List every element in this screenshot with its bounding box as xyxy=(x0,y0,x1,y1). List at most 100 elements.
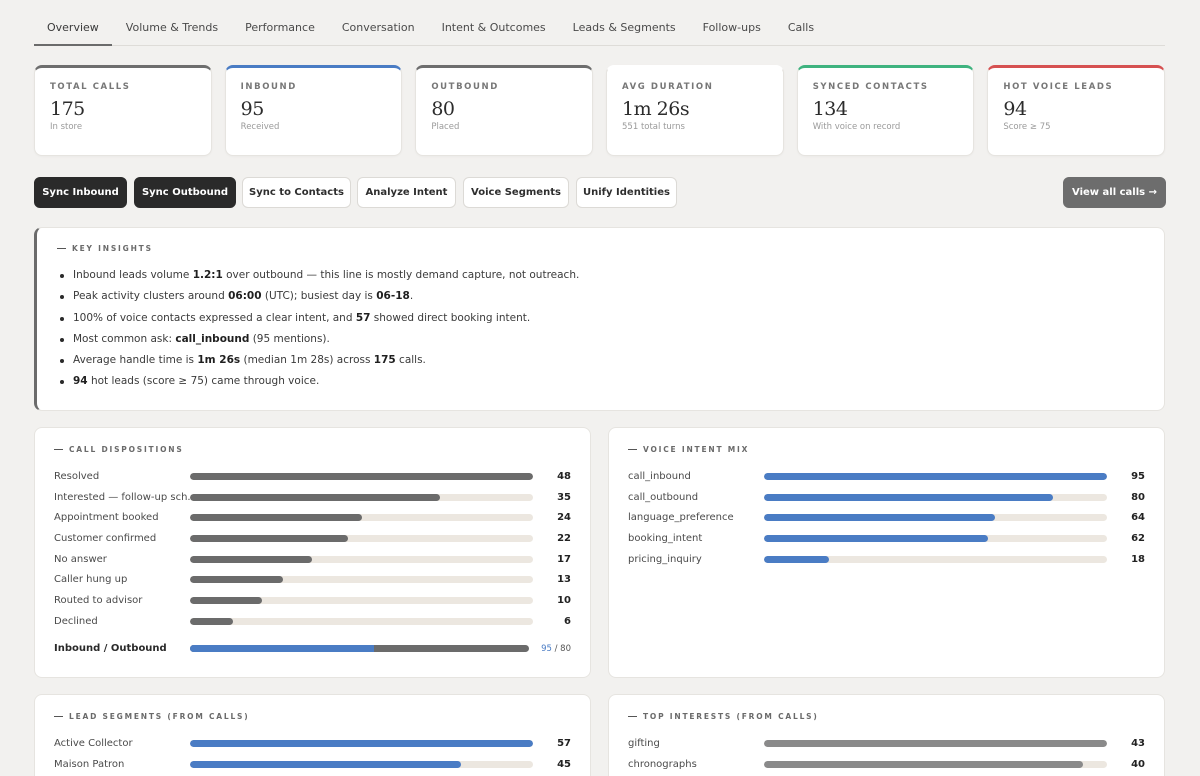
bar-value: 64 xyxy=(1131,512,1145,524)
insight-highlight: 94 xyxy=(73,375,88,388)
kpi-outbound: Outbound 80 Placed xyxy=(415,65,594,156)
dash-icon xyxy=(54,715,63,718)
tab-conversation[interactable]: Conversation xyxy=(328,0,428,46)
bar-fill xyxy=(190,514,362,522)
dash-icon xyxy=(628,715,637,718)
bar-track xyxy=(190,534,534,542)
bar-row: gifting 43 xyxy=(628,733,1145,754)
bar-fill xyxy=(190,739,534,747)
kpi-label: Total Calls xyxy=(50,82,131,92)
tab-follow-ups[interactable]: Follow-ups xyxy=(689,0,774,46)
insight-text: showed direct booking intent. xyxy=(370,311,531,324)
insight-text: Most common ask: xyxy=(73,332,176,345)
ratio-value: 95 / 80 xyxy=(529,644,571,654)
lead-segments-heading: Lead Segments (from Calls) xyxy=(69,712,250,721)
tab-calls[interactable]: Calls xyxy=(774,0,827,46)
tab-intent-outcomes[interactable]: Intent & Outcomes xyxy=(428,0,559,46)
kpi-label: Inbound xyxy=(240,82,297,92)
kpi-value: 95 xyxy=(240,98,265,120)
bar-label: call_outbound xyxy=(628,491,699,503)
bar-label: Appointment booked xyxy=(54,512,159,524)
kpi-sub: Placed xyxy=(431,122,460,132)
dashboard: Overview Volume & Trends Performance Con… xyxy=(34,0,1166,776)
insight-highlight: 1m 26s xyxy=(197,354,241,367)
insight-item: Most common ask: call_inbound (95 mentio… xyxy=(57,329,1164,350)
kpi-row: Total Calls 175 In store Inbound 95 Rece… xyxy=(34,65,1166,156)
sync-to-contacts-button[interactable]: Sync to Contacts xyxy=(242,177,351,208)
tab-volume-trends[interactable]: Volume & Trends xyxy=(112,0,231,46)
bar-fill xyxy=(190,472,534,480)
bar-row: Maison Patron 45 xyxy=(54,754,571,775)
view-all-calls-button[interactable]: View all calls → xyxy=(1063,177,1166,208)
key-insights-heading: Key Insights xyxy=(72,244,153,253)
inbound-outbound-row: Inbound / Outbound 95 / 80 xyxy=(54,639,571,659)
dash-icon xyxy=(628,448,637,451)
voice-segments-button[interactable]: Voice Segments xyxy=(463,177,569,208)
bar-value: 24 xyxy=(557,512,571,524)
voice-intent-mix-panel: Voice Intent Mix call_inbound 95 call_outb… xyxy=(608,427,1165,678)
bar-value: 40 xyxy=(1131,758,1145,770)
bar-track xyxy=(190,493,534,501)
kpi-value: 80 xyxy=(431,98,455,120)
bar-fill xyxy=(764,555,830,563)
kpi-label: Outbound xyxy=(431,82,499,92)
tab-leads-segments[interactable]: Leads & Segments xyxy=(559,0,689,46)
bar-label: No answer xyxy=(54,553,107,565)
analyze-intent-button[interactable]: Analyze Intent xyxy=(357,177,456,208)
insight-highlight: 57 xyxy=(355,311,371,324)
bar-track xyxy=(764,493,1108,501)
insight-item: 94 hot leads (score ≥ 75) came through v… xyxy=(57,371,1164,392)
bar-label: Routed to advisor xyxy=(54,594,143,606)
bar-track xyxy=(764,534,1108,542)
bar-fill xyxy=(764,739,1108,747)
insight-item: Average handle time is 1m 26s (median 1m… xyxy=(57,350,1164,371)
bar-fill xyxy=(190,555,312,563)
key-insights-panel: Key Insights Inbound leads volume 1.2:1 … xyxy=(34,227,1165,411)
inbound-count: 95 xyxy=(541,643,552,654)
tab-overview[interactable]: Overview xyxy=(34,0,113,46)
lead-segments-title: Lead Segments (from Calls) xyxy=(54,712,571,721)
bar-label: Active Collector xyxy=(54,737,133,749)
bar-fill xyxy=(190,493,441,501)
insight-highlight: 06:00 xyxy=(228,290,262,303)
bar-track xyxy=(764,760,1108,768)
voice-intent-mix-heading: Voice Intent Mix xyxy=(643,445,750,454)
bar-fill xyxy=(190,596,262,604)
bar-label: Declined xyxy=(54,615,98,627)
insight-text: Peak activity clusters around xyxy=(73,290,229,303)
kpi-sub: Received xyxy=(240,122,280,132)
bar-row: booking_intent 62 xyxy=(628,528,1145,549)
bar-label: chronographs xyxy=(628,758,697,770)
bar-row: Customer confirmed 22 xyxy=(54,528,571,549)
bar-track xyxy=(190,472,534,480)
unify-identities-button[interactable]: Unify Identities xyxy=(576,177,677,208)
call-dispositions-title: Call Dispositions xyxy=(54,445,571,454)
bar-track xyxy=(764,514,1108,522)
bar-fill xyxy=(764,493,1054,501)
sync-outbound-button[interactable]: Sync Outbound xyxy=(134,177,236,208)
sync-inbound-button[interactable]: Sync Inbound xyxy=(34,177,127,208)
insight-text: (95 mentions). xyxy=(249,332,330,345)
bar-label: call_inbound xyxy=(628,470,691,482)
kpi-sub: 551 total turns xyxy=(622,122,685,132)
insight-item: 100% of voice contacts expressed a clear… xyxy=(57,308,1164,329)
insight-text: Average handle time is xyxy=(73,354,198,367)
bar-fill xyxy=(190,576,284,584)
insight-text: . xyxy=(409,290,414,303)
kpi-hot-voice-leads: Hot Voice Leads 94 Score ≥ 75 xyxy=(987,65,1166,156)
tab-performance[interactable]: Performance xyxy=(232,0,329,46)
bar-fill xyxy=(190,534,348,542)
bar-value: 17 xyxy=(557,553,571,565)
ratio-label: Inbound / Outbound xyxy=(54,643,167,654)
kpi-value: 175 xyxy=(50,98,85,120)
bar-track xyxy=(190,760,534,768)
insight-list: Inbound leads volume 1.2:1 over outbound… xyxy=(57,265,1164,393)
kpi-synced-contacts: Synced Contacts 134 With voice on record xyxy=(796,65,975,156)
bar-value: 35 xyxy=(557,491,571,503)
bar-value: 18 xyxy=(1131,553,1145,565)
bar-value: 6 xyxy=(564,615,571,627)
bar-row: Appointment booked 24 xyxy=(54,507,571,528)
bar-row: Caller hung up 13 xyxy=(54,569,571,590)
voice-intent-mix-title: Voice Intent Mix xyxy=(628,445,1145,454)
bar-value: 22 xyxy=(557,532,571,544)
